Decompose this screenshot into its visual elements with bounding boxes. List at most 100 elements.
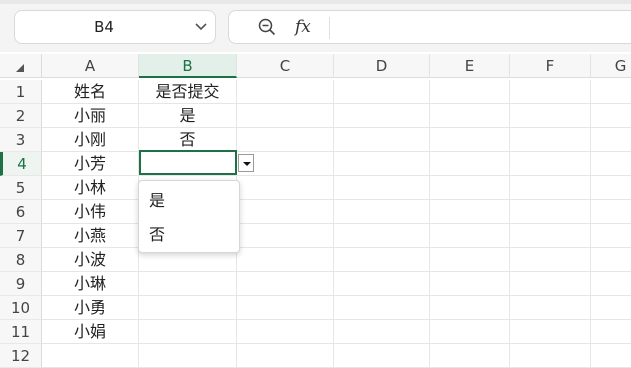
cell-a5[interactable]: 小林 [42,176,139,200]
cell-d7[interactable] [334,224,430,248]
cell-g2[interactable] [591,104,631,128]
row-header-9[interactable]: 9 [0,272,42,296]
cell-a6[interactable]: 小伟 [42,200,139,224]
column-header-c[interactable]: C [237,54,334,78]
dropdown-option-yes[interactable]: 是 [139,185,239,217]
cell-f9[interactable] [510,272,591,296]
row-header-10[interactable]: 10 [0,296,42,320]
row-header-11[interactable]: 11 [0,320,42,344]
name-box[interactable]: B4 [14,10,216,44]
cell-g8[interactable] [591,248,631,272]
cell-a1[interactable]: 姓名 [42,80,139,104]
cell-e6[interactable] [430,200,510,224]
cell-c12[interactable] [237,344,334,368]
cell-e7[interactable] [430,224,510,248]
cell-f4[interactable] [510,152,591,176]
cell-f5[interactable] [510,176,591,200]
cell-b3[interactable]: 否 [139,128,237,152]
cell-e5[interactable] [430,176,510,200]
cell-g11[interactable] [591,320,631,344]
cell-d2[interactable] [334,104,430,128]
cell-c3[interactable] [237,128,334,152]
active-cell-b4[interactable] [139,150,237,175]
cell-a9[interactable]: 小琳 [42,272,139,296]
row-header-6[interactable]: 6 [0,200,42,224]
cell-a10[interactable]: 小勇 [42,296,139,320]
row-header-7[interactable]: 7 [0,224,42,248]
cell-e1[interactable] [430,80,510,104]
cell-d10[interactable] [334,296,430,320]
name-box-value[interactable]: B4 [15,11,193,43]
cell-b11[interactable] [139,320,237,344]
cell-f6[interactable] [510,200,591,224]
cell-e11[interactable] [430,320,510,344]
cell-c1[interactable] [237,80,334,104]
cell-a11[interactable]: 小娟 [42,320,139,344]
cell-g5[interactable] [591,176,631,200]
cell-d6[interactable] [334,200,430,224]
cell-f1[interactable] [510,80,591,104]
cell-b2[interactable]: 是 [139,104,237,128]
cell-f11[interactable] [510,320,591,344]
cell-e9[interactable] [430,272,510,296]
cell-b1[interactable]: 是否提交 [139,80,237,104]
cell-c11[interactable] [237,320,334,344]
cell-g7[interactable] [591,224,631,248]
column-header-e[interactable]: E [430,54,510,78]
cell-a3[interactable]: 小刚 [42,128,139,152]
cell-g12[interactable] [591,344,631,368]
cell-f2[interactable] [510,104,591,128]
cell-c9[interactable] [237,272,334,296]
cell-d8[interactable] [334,248,430,272]
cell-d11[interactable] [334,320,430,344]
column-header-g[interactable]: G [591,54,631,78]
cell-e10[interactable] [430,296,510,320]
cell-e4[interactable] [430,152,510,176]
row-header-1[interactable]: 1 [0,80,42,104]
cell-c8[interactable] [237,248,334,272]
dropdown-toggle-button[interactable] [238,154,254,172]
cell-g6[interactable] [591,200,631,224]
column-header-d[interactable]: D [334,54,430,78]
cell-f3[interactable] [510,128,591,152]
cell-b12[interactable] [139,344,237,368]
zoom-out-icon[interactable] [258,18,276,36]
row-header-12[interactable]: 12 [0,344,42,368]
cell-d12[interactable] [334,344,430,368]
formula-input[interactable]: fx [228,10,631,44]
cell-g4[interactable] [591,152,631,176]
cell-c5[interactable] [237,176,334,200]
cell-c7[interactable] [237,224,334,248]
cell-g10[interactable] [591,296,631,320]
cell-a2[interactable]: 小丽 [42,104,139,128]
row-header-2[interactable]: 2 [0,104,42,128]
cell-a4[interactable]: 小芳 [42,152,139,176]
row-header-3[interactable]: 3 [0,128,42,152]
row-header-4[interactable]: 4 [0,152,42,176]
spreadsheet-grid[interactable]: A B C D E F G 1 姓名 是否提交 2 小丽是 3 小刚否 4 小芳 5 小林 6 小伟 7 小燕 8 小波 9 小琳… [0,52,631,368]
select-all-corner[interactable] [0,54,42,78]
cell-d1[interactable] [334,80,430,104]
cell-a8[interactable]: 小波 [42,248,139,272]
cell-g3[interactable] [591,128,631,152]
cell-a7[interactable]: 小燕 [42,224,139,248]
cell-c10[interactable] [237,296,334,320]
cell-c6[interactable] [237,200,334,224]
chevron-down-icon[interactable] [195,22,207,32]
column-header-b[interactable]: B [139,54,237,78]
fx-icon[interactable]: fx [295,15,311,39]
cell-f12[interactable] [510,344,591,368]
cell-d9[interactable] [334,272,430,296]
row-header-8[interactable]: 8 [0,248,42,272]
cell-f7[interactable] [510,224,591,248]
cell-d4[interactable] [334,152,430,176]
cell-g9[interactable] [591,272,631,296]
validation-dropdown-list[interactable]: 是 否 [138,180,240,253]
cell-b9[interactable] [139,272,237,296]
cell-c2[interactable] [237,104,334,128]
cell-a12[interactable] [42,344,139,368]
cell-d5[interactable] [334,176,430,200]
cell-d3[interactable] [334,128,430,152]
cell-e3[interactable] [430,128,510,152]
cell-e12[interactable] [430,344,510,368]
